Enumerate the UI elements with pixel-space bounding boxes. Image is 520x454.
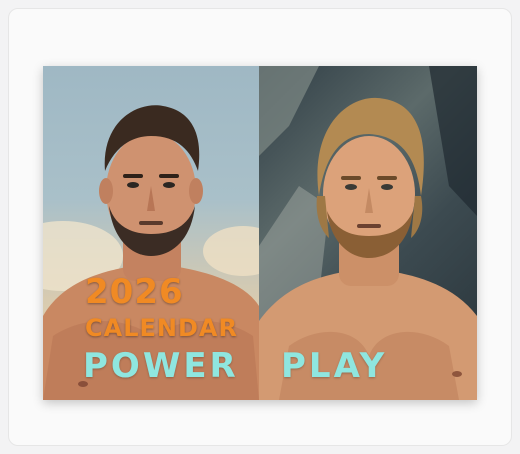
calendar-title-left: POWER — [83, 346, 239, 386]
calendar-cover: 2026 CALENDAR POWER PLAY — [43, 66, 477, 400]
calendar-year: 2026 — [85, 272, 184, 312]
calendar-title-right: PLAY — [281, 346, 388, 386]
calendar-subtitle: CALENDAR — [85, 314, 238, 342]
